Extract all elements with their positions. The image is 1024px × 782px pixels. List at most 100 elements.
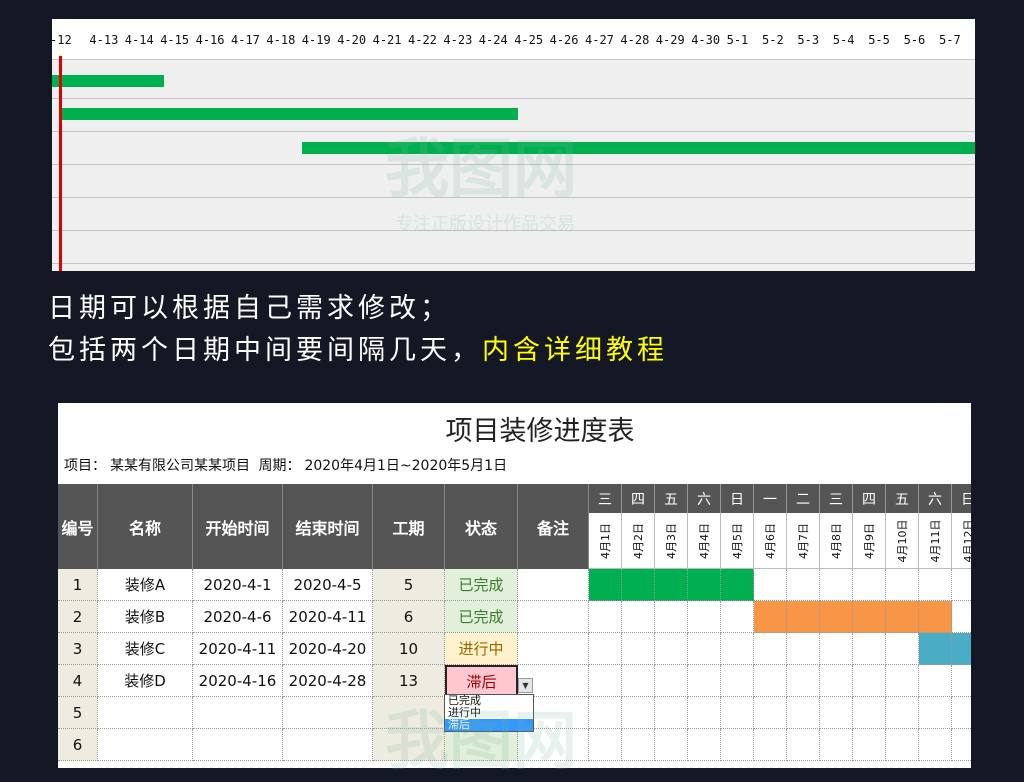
- top-date-label: 4-23: [443, 33, 473, 47]
- cell-name[interactable]: 装修B: [98, 601, 193, 633]
- cell-end[interactable]: 2020-4-11: [283, 601, 373, 633]
- top-date-label: 4-13: [89, 33, 119, 47]
- cell-start[interactable]: 2020-4-11: [193, 633, 283, 665]
- dropdown-option[interactable]: 滞后: [445, 719, 533, 731]
- top-date-label: 4-24: [478, 33, 508, 47]
- cell-duration[interactable]: 5: [373, 569, 445, 601]
- top-gantt-bar: [301, 142, 975, 154]
- cell-end[interactable]: 2020-4-5: [283, 569, 373, 601]
- gantt-cell: [721, 601, 754, 633]
- cell-note[interactable]: [518, 601, 589, 633]
- cell-end[interactable]: 2020-4-28: [283, 665, 373, 697]
- cell-start[interactable]: [193, 729, 283, 761]
- cell-duration[interactable]: 6: [373, 601, 445, 633]
- gantt-cell: [919, 569, 952, 601]
- weekday-header: 六: [919, 484, 952, 513]
- cell-duration[interactable]: 10: [373, 633, 445, 665]
- top-date-label: 5-5: [868, 33, 890, 47]
- gantt-cell: [952, 601, 971, 633]
- gantt-bar-cell: [952, 633, 971, 665]
- period-value[interactable]: 2020年4月1日~2020年5月1日: [304, 458, 507, 474]
- header-name: 名称: [98, 484, 193, 569]
- header-duration: 工期: [373, 484, 445, 569]
- weekday-header: 二: [787, 484, 820, 513]
- date-header-label: 4月5日: [731, 522, 744, 559]
- cell-note[interactable]: [518, 729, 589, 761]
- caption-line-1: 日期可以根据自己需求修改；: [48, 293, 451, 324]
- gantt-cell: [886, 633, 919, 665]
- cell-status[interactable]: 已完成: [445, 601, 518, 633]
- project-value[interactable]: 某某有限公司某某项目: [110, 458, 250, 474]
- cell-name[interactable]: 装修C: [98, 633, 193, 665]
- top-grid-line: [52, 98, 975, 99]
- gantt-cell: [655, 601, 688, 633]
- status-dropdown-list[interactable]: 已完成 进行中 滞后: [444, 694, 534, 732]
- cell-name[interactable]: 装修A: [98, 569, 193, 601]
- gantt-cell: [754, 569, 787, 601]
- caption-line-2-white: 包括两个日期中间要间隔几天，: [48, 335, 482, 366]
- date-header: 4月2日: [622, 513, 655, 569]
- cell-name[interactable]: [98, 697, 193, 729]
- weekday-header: 五: [886, 484, 919, 513]
- sheet-title: 项目装修进度表: [445, 416, 635, 447]
- gantt-bar-cell: [721, 569, 754, 601]
- date-header: 4月4日: [688, 513, 721, 569]
- gantt-cell: [754, 633, 787, 665]
- date-header: 4月6日: [754, 513, 787, 569]
- cell-note[interactable]: [518, 569, 589, 601]
- cell-duration[interactable]: 13: [373, 665, 445, 697]
- top-date-label: 5-7: [939, 33, 961, 47]
- date-header-label: 4月10日: [896, 519, 909, 562]
- gantt-cell: [589, 665, 622, 697]
- top-date-label: -12: [52, 33, 72, 47]
- top-grid-line: [52, 263, 975, 264]
- top-date-label: 4-14: [124, 33, 154, 47]
- cell-note[interactable]: [518, 633, 589, 665]
- cell-start[interactable]: 2020-4-16: [193, 665, 283, 697]
- cell-name[interactable]: 装修D: [98, 665, 193, 697]
- gantt-cell: [787, 569, 820, 601]
- top-date-label: 4-19: [301, 33, 331, 47]
- gantt-cell: [853, 633, 886, 665]
- cell-status[interactable]: 已完成: [445, 569, 518, 601]
- top-date-label: 5-1: [726, 33, 749, 47]
- cell-duration[interactable]: [373, 729, 445, 761]
- date-header-label: 4月7日: [797, 522, 810, 559]
- gantt-cell: [688, 601, 721, 633]
- weekday-header: 四: [622, 484, 655, 513]
- header-no: 编号: [58, 484, 98, 569]
- gantt-cell: [787, 729, 820, 761]
- gantt-cell: [919, 729, 952, 761]
- weekday-header: 四: [853, 484, 886, 513]
- top-date-label: 4-21: [372, 33, 402, 47]
- cell-start[interactable]: 2020-4-1: [193, 569, 283, 601]
- cell-end[interactable]: [283, 697, 373, 729]
- weekday-header: 三: [589, 484, 622, 513]
- top-date-label: 4-16: [195, 33, 225, 47]
- cell-no: 6: [58, 729, 98, 761]
- gantt-cell: [787, 665, 820, 697]
- top-grid-line: [52, 164, 975, 165]
- cell-end[interactable]: [283, 729, 373, 761]
- weekday-header: 一: [754, 484, 787, 513]
- cell-status[interactable]: 进行中: [445, 633, 518, 665]
- gantt-cell: [853, 729, 886, 761]
- gantt-cell: [622, 633, 655, 665]
- cell-start[interactable]: 2020-4-6: [193, 601, 283, 633]
- date-header: 4月7日: [787, 513, 820, 569]
- date-header-label: 4月3日: [665, 522, 678, 559]
- cell-end[interactable]: 2020-4-20: [283, 633, 373, 665]
- gantt-cell: [787, 633, 820, 665]
- gantt-cell: [655, 729, 688, 761]
- cell-name[interactable]: [98, 729, 193, 761]
- status-dropdown-arrow[interactable]: ▼: [518, 678, 533, 693]
- cell-status[interactable]: 滞后: [445, 665, 518, 697]
- cell-start[interactable]: [193, 697, 283, 729]
- top-date-label: 4-27: [585, 33, 614, 47]
- gantt-cell: [754, 665, 787, 697]
- gantt-cell: [754, 729, 787, 761]
- cell-duration[interactable]: [373, 697, 445, 729]
- cell-status[interactable]: [445, 729, 518, 761]
- gantt-cell: [655, 633, 688, 665]
- weekday-header: 六: [688, 484, 721, 513]
